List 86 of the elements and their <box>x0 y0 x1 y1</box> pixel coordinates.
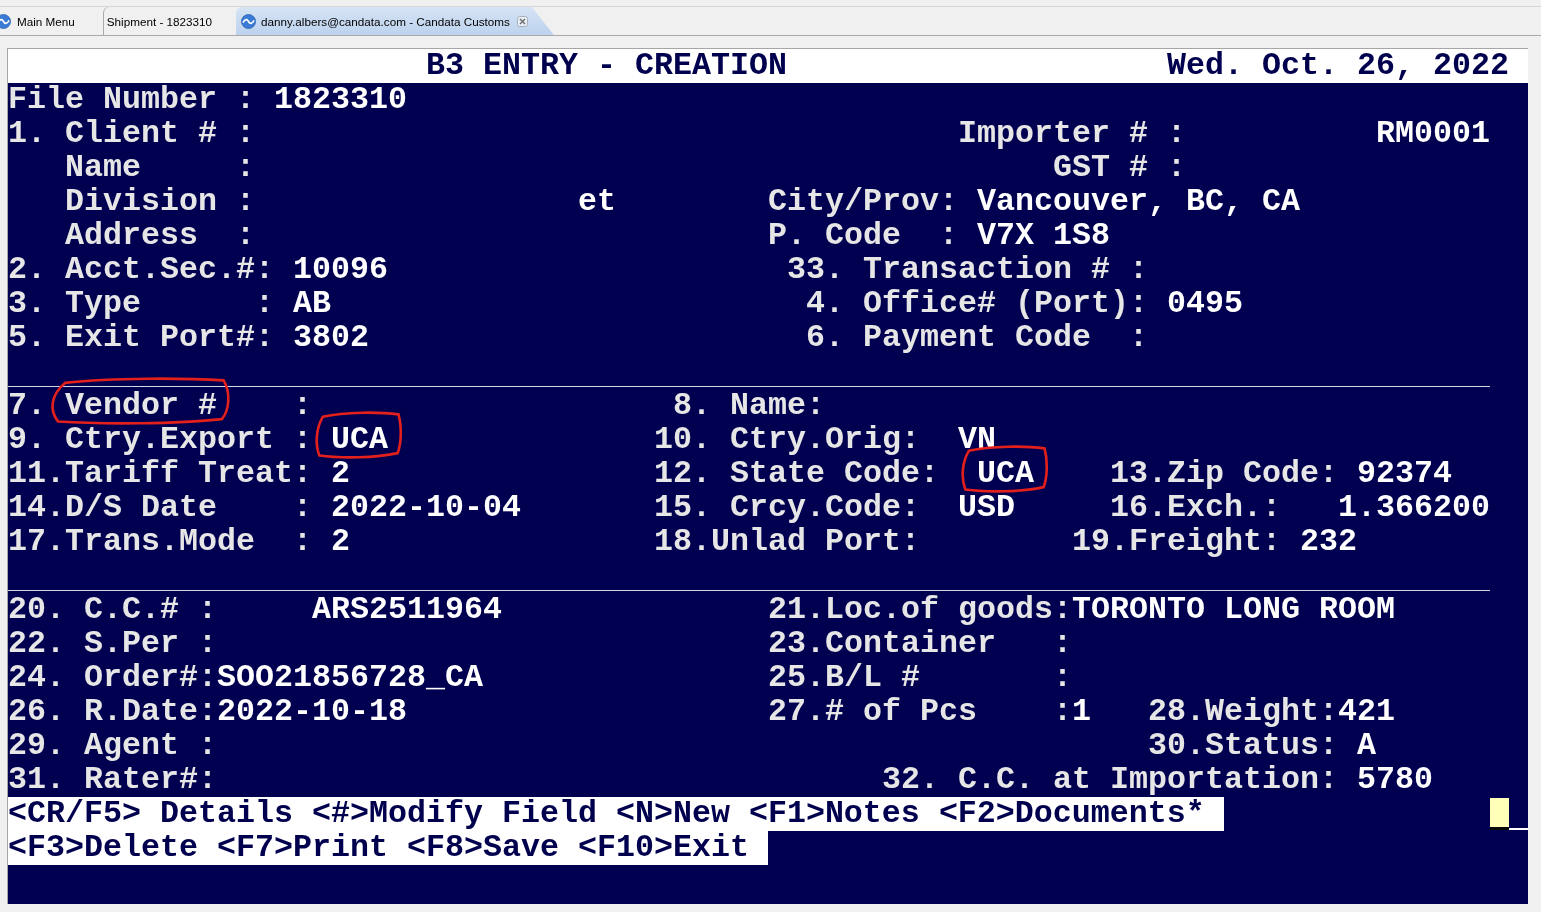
field-value: UCA <box>977 459 1034 489</box>
field-label: Division : <box>65 187 255 217</box>
field-value: VN <box>958 425 996 455</box>
field-label: 29. Agent : <box>8 731 217 761</box>
field-label: 6. Payment Code : <box>806 323 1148 353</box>
field-label: 13.Zip Code: <box>1110 459 1338 489</box>
field-label: 9. Ctry.Export : <box>8 425 312 455</box>
text-cursor <box>1490 797 1528 831</box>
field-value: 2 <box>331 459 350 489</box>
tab[interactable]: danny.albers@candata.com - Candata Customs <box>236 7 554 35</box>
field-label: P. Code : <box>768 221 958 251</box>
field-label: 20. C.C.# : <box>8 595 217 625</box>
key-hint: <CR/F5> Details <box>8 799 293 829</box>
field-label: 17.Trans.Mode : <box>8 527 312 557</box>
field-label: 3. Type : <box>8 289 274 319</box>
key-hint: <F8>Save <box>406 833 559 863</box>
field-value: AB <box>293 289 331 319</box>
field-label: 24. Order#: <box>8 663 217 693</box>
field-value: A <box>1357 731 1376 761</box>
field-value: SOO21856728_CA <box>217 663 483 693</box>
field-label: 11.Tariff Treat: <box>8 459 312 489</box>
field-label: 15. Crcy.Code: <box>654 493 920 523</box>
field-label: 18.Unlad Port: <box>654 527 920 557</box>
field-value: UCA <box>331 425 388 455</box>
field-value: 92374 <box>1357 459 1452 489</box>
field-label: 21.Loc.of goods: <box>768 595 1072 625</box>
screen-title: B3 ENTRY - CREATION <box>426 51 787 81</box>
field-label: 28.Weight: <box>1148 697 1338 727</box>
field-label: 27.# of Pcs : <box>768 697 1072 727</box>
field-value: 2022-10-04 <box>331 493 521 523</box>
key-hint: <F2>Documents* <box>938 799 1205 829</box>
field-value: 10096 <box>293 255 388 285</box>
field-value: V7X 1S8 <box>977 221 1110 251</box>
field-label: Importer # : <box>958 119 1186 149</box>
field-label: 30.Status: <box>1148 731 1338 761</box>
field-label: : <box>293 391 312 421</box>
key-hint: <F1>Notes <box>748 799 920 829</box>
field-label: 25.B/L # : <box>768 663 1072 693</box>
field-label: Address : <box>65 221 255 251</box>
key-hint: <F10>Exit <box>577 833 749 863</box>
field-label: File Number : <box>8 85 255 115</box>
tab[interactable]: Shipment - 1823310 <box>102 7 237 35</box>
field-value: et <box>578 187 616 217</box>
field-label: 22. S.Per : <box>8 629 217 659</box>
field-label: 33. Transaction # : <box>787 255 1148 285</box>
close-icon[interactable] <box>516 15 528 27</box>
field-label: Vendor # <box>65 391 217 421</box>
field-value: Vancouver, BC, CA <box>977 187 1300 217</box>
date-text: Wed. Oct. 26, 2022 <box>1167 51 1509 81</box>
field-value: ARS2511964 <box>312 595 502 625</box>
field-value: RM0001 <box>1376 119 1490 149</box>
field-value: 1.366200 <box>1338 493 1490 523</box>
field-label: 2. Acct.Sec.#: <box>8 255 274 285</box>
key-hint: <F3>Delete <box>8 833 198 863</box>
field-value: 2 <box>331 527 350 557</box>
tab[interactable]: Main Menu <box>0 7 103 35</box>
field-label: 5. Exit Port#: <box>8 323 274 353</box>
field-label: 23.Container : <box>768 629 1072 659</box>
field-value: TORONTO LONG ROOM <box>1072 595 1395 625</box>
field-label: 7. <box>8 391 46 421</box>
field-label: 32. C.C. at Importation: <box>882 765 1338 795</box>
key-hint: <N>New <box>615 799 730 829</box>
field-label: City/Prov: <box>768 187 958 217</box>
field-value: 421 <box>1338 697 1395 727</box>
field-label: 10. Ctry.Orig: <box>654 425 920 455</box>
field-value: 1823310 <box>274 85 407 115</box>
field-label: 4. Office# (Port): <box>806 289 1148 319</box>
field-label: 1. Client # : <box>8 119 255 149</box>
field-label: 14.D/S Date : <box>8 493 312 523</box>
field-label: Name : <box>65 153 255 183</box>
field-value: 5780 <box>1357 765 1433 795</box>
field-value: 232 <box>1300 527 1357 557</box>
field-value: 3802 <box>293 323 369 353</box>
field-label: 26. R.Date: <box>8 697 217 727</box>
field-label: 19.Freight: <box>1072 527 1281 557</box>
field-label: GST # : <box>1053 153 1186 183</box>
field-label: 12. State Code: <box>654 459 939 489</box>
field-value: 0495 <box>1167 289 1243 319</box>
field-value: USD <box>958 493 1015 523</box>
key-hint: <F7>Print <box>216 833 388 863</box>
field-label: 31. Rater#: <box>8 765 217 795</box>
field-value: 1 <box>1072 697 1091 727</box>
field-label: 16.Exch.: <box>1110 493 1281 523</box>
field-label: 8. Name: <box>673 391 825 421</box>
field-value: 2022-10-18 <box>217 697 407 727</box>
key-hint: <#>Modify Field <box>311 799 597 829</box>
